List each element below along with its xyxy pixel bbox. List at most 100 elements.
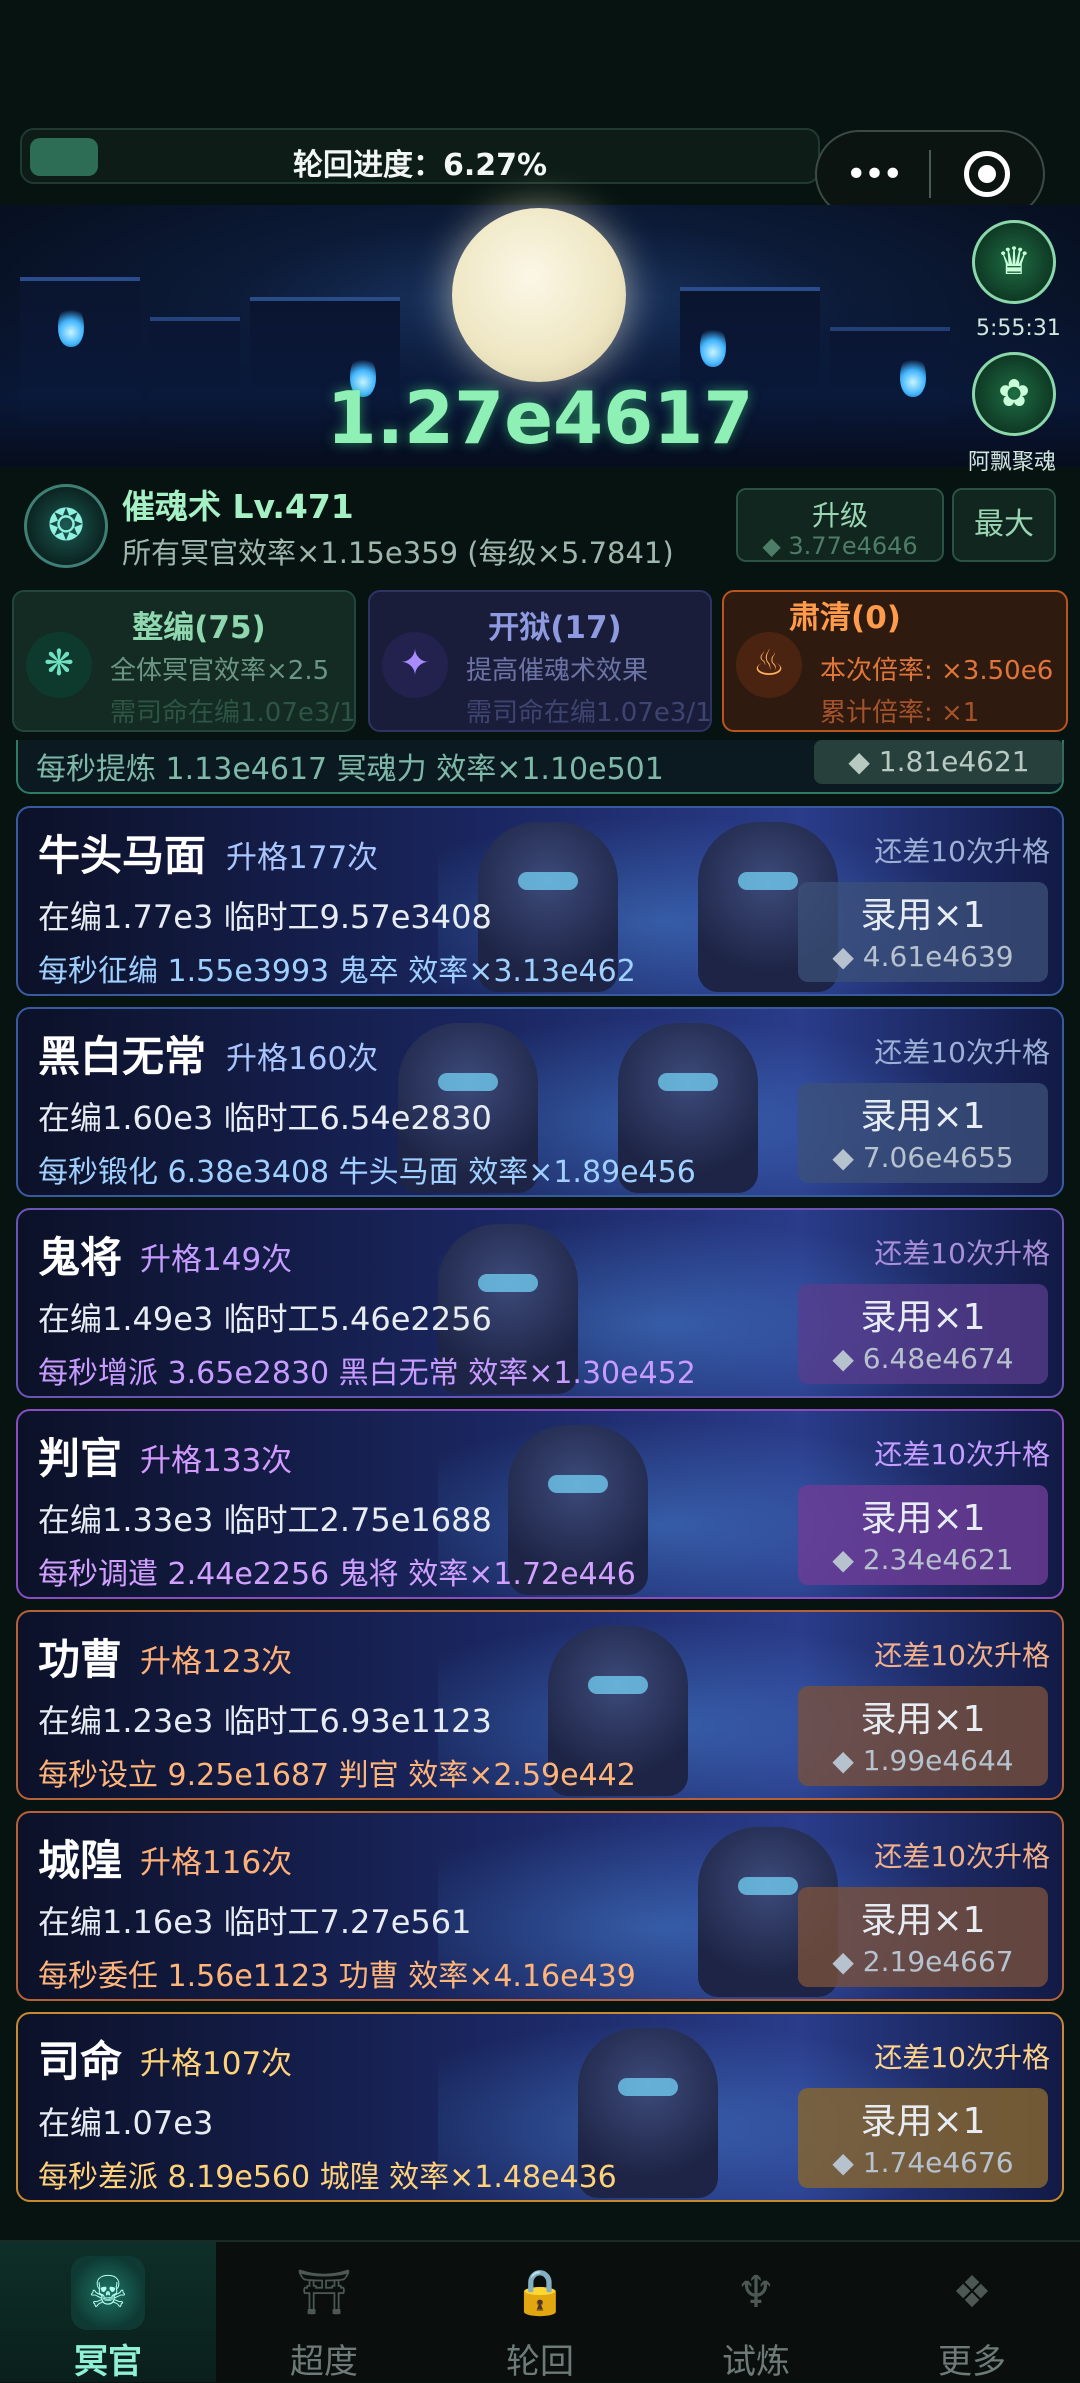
unit-upgrade-need: 还差10次升格 xyxy=(874,2041,1050,2074)
hire-button[interactable]: 录用×1 ◆ 6.48e4674 xyxy=(798,1284,1048,1384)
reorganize-panel[interactable]: ❋ 整编(75) 全体冥官效率×2.5 需司命在编1.07e3/1080 xyxy=(12,590,356,732)
upgrade-label: 升级 xyxy=(811,499,868,532)
partial-unit-card: 每秒提炼 1.13e4617 冥魂力 效率×1.10e501 ◆ 1.81e46… xyxy=(16,740,1064,794)
hire-cost: ◆ 4.61e4639 xyxy=(832,940,1014,973)
nav-tab-more[interactable]: ❖ 更多 xyxy=(864,2242,1080,2382)
unit-name: 判官 xyxy=(38,1434,123,1483)
hire-cost: ◆ 2.34e4621 xyxy=(832,1543,1014,1576)
unit-stats: 在编1.33e3 临时工2.75e1688 xyxy=(38,1501,492,1539)
hire-label: 录用×1 xyxy=(860,1297,986,1338)
unit-stats: 在编1.23e3 临时工6.93e1123 xyxy=(38,1702,492,1740)
unit-level: 升格160次 xyxy=(226,1041,379,1077)
panel-line2: 累计倍率: ×1 xyxy=(820,698,980,728)
hire-button[interactable]: 录用×1 ◆ 1.74e4676 xyxy=(798,2088,1048,2188)
hire-cost: ◆ 7.06e4655 xyxy=(832,1141,1014,1174)
unit-level: 升格123次 xyxy=(140,1644,293,1680)
unit-production: 每秒差派 8.19e560 城隍 效率×1.48e436 xyxy=(38,2160,617,2195)
unit-card-gongcao: 功曹 升格123次 还差10次升格 在编1.23e3 临时工6.93e1123 … xyxy=(16,1610,1064,1800)
purge-panel[interactable]: ♨ 肃清(0) 本次倍率: ×3.50e6 累计倍率: ×1 xyxy=(722,590,1068,732)
panel-line1: 全体冥官效率×2.5 xyxy=(110,656,330,686)
ghost-gather-button[interactable]: ✿ xyxy=(972,352,1056,436)
nav-label: 轮回 xyxy=(506,2342,574,2382)
unit-upgrade-need: 还差10次升格 xyxy=(874,1639,1050,1672)
panel-title: 肃清(0) xyxy=(789,600,901,636)
hire-button[interactable]: 录用×1 ◆ 2.19e4667 xyxy=(798,1887,1048,1987)
upgrade-button[interactable]: 升级 ◆ 3.77e4646 xyxy=(736,488,944,562)
close-target-icon[interactable] xyxy=(931,151,1043,197)
hire-cost: ◆ 6.48e4674 xyxy=(832,1342,1014,1375)
panel-line1: 本次倍率: ×3.50e6 xyxy=(820,656,1054,686)
purge-flame-icon: ♨ xyxy=(736,632,802,698)
unit-name: 司命 xyxy=(38,2037,123,2086)
unit-name: 鬼将 xyxy=(38,1233,123,1282)
unit-level: 升格149次 xyxy=(140,1242,293,1278)
upgrade-cost: ◆ 3.77e4646 xyxy=(762,532,918,560)
unit-level: 升格107次 xyxy=(140,2046,293,2082)
unit-card-guijiang: 鬼将 升格149次 还差10次升格 在编1.49e3 临时工5.46e2256 … xyxy=(16,1208,1064,1398)
hire-button[interactable]: 录用×1 ◆ 1.99e4644 xyxy=(798,1686,1048,1786)
hire-button[interactable]: 录用×1 ◆ 4.61e4639 xyxy=(798,882,1048,982)
panel-line2: 需司命在编1.07e3/1080 xyxy=(110,698,356,728)
soul-power-total: 1.27e4617 xyxy=(326,376,754,460)
nav-tab-reincarnation[interactable]: 🔒 轮回 xyxy=(432,2242,648,2382)
unit-upgrade-need: 还差10次升格 xyxy=(874,1438,1050,1471)
ghost-icon: ✿ xyxy=(998,371,1030,415)
nav-label: 超度 xyxy=(290,2342,358,2382)
moon xyxy=(452,208,626,382)
unit-name: 城隍 xyxy=(38,1836,123,1885)
boost-timer: 5:55:31 xyxy=(976,316,1061,341)
hire-cost: ◆ 2.19e4667 xyxy=(832,1945,1014,1978)
hire-button[interactable]: 录用×1 ◆ 7.06e4655 xyxy=(798,1083,1048,1183)
hire-label: 录用×1 xyxy=(860,1900,986,1941)
unit-production: 每秒提炼 1.13e4617 冥魂力 效率×1.10e501 xyxy=(36,752,664,787)
unit-card-chenghuang: 城隍 升格116次 还差10次升格 在编1.16e3 临时工7.27e561 每… xyxy=(16,1811,1064,2001)
unit-card-siming: 司命 升格107次 还差10次升格 在编1.07e3 每秒差派 8.19e560… xyxy=(16,2012,1064,2202)
unit-name: 牛头马面 xyxy=(38,831,207,880)
nav-tab-officers[interactable]: ☠ 冥官 xyxy=(0,2242,216,2382)
unit-level: 升格177次 xyxy=(226,840,379,876)
unit-upgrade-need: 还差10次升格 xyxy=(874,835,1050,868)
unit-card-panguan: 判官 升格133次 还差10次升格 在编1.33e3 临时工2.75e1688 … xyxy=(16,1409,1064,1599)
bottom-nav: ☠ 冥官 ⛩ 超度 🔒 轮回 ♆ 试炼 ❖ 更多 xyxy=(0,2240,1080,2382)
more-dots-icon[interactable]: ••• xyxy=(817,154,929,195)
nav-tab-trial[interactable]: ♆ 试炼 xyxy=(648,2242,864,2382)
max-button[interactable]: 最大 xyxy=(952,488,1056,562)
open-prison-panel[interactable]: ✦ 开狱(17) 提高催魂术效果 需司命在编1.07e3/10 xyxy=(368,590,712,732)
boost-icon: ♛ xyxy=(996,239,1032,283)
panel-title: 整编(75) xyxy=(132,610,266,646)
unit-name: 功曹 xyxy=(38,1635,123,1684)
hire-cost[interactable]: ◆ 1.81e4621 xyxy=(814,740,1064,784)
reincarnation-progress-bar: 轮回进度：6.27% xyxy=(20,128,820,184)
nav-tab-salvation[interactable]: ⛩ 超度 xyxy=(216,2242,432,2382)
speed-boost-button[interactable]: ♛ xyxy=(972,220,1056,304)
unit-stats: 在编1.16e3 临时工7.27e561 xyxy=(38,1903,472,1941)
panel-line1: 提高催魂术效果 xyxy=(466,656,649,686)
unit-stats: 在编1.77e3 临时工9.57e3408 xyxy=(38,898,492,936)
unit-production: 每秒调遣 2.44e2256 鬼将 效率×1.72e446 xyxy=(38,1557,636,1592)
unit-production: 每秒委任 1.56e1123 功曹 效率×4.16e439 xyxy=(38,1959,636,1994)
unit-card-niutou: 牛头马面 升格177次 还差10次升格 在编1.77e3 临时工9.57e340… xyxy=(16,806,1064,996)
hire-cost: ◆ 1.74e4676 xyxy=(832,2146,1014,2179)
pagoda-icon: ⛩ xyxy=(296,2267,352,2318)
lock-icon: 🔒 xyxy=(512,2267,568,2318)
unit-card-heibai: 黑白无常 升格160次 还差10次升格 在编1.60e3 临时工6.54e283… xyxy=(16,1007,1064,1197)
progress-text: 轮回进度：6.27% xyxy=(292,148,548,183)
unit-production: 每秒征编 1.55e3993 鬼卒 效率×3.13e462 xyxy=(38,954,636,989)
unit-name: 黑白无常 xyxy=(38,1032,207,1081)
skill-description: 所有冥官效率×1.15e359 (每级×5.7841) xyxy=(122,536,674,570)
hire-label: 录用×1 xyxy=(860,1498,986,1539)
unit-upgrade-need: 还差10次升格 xyxy=(874,1237,1050,1270)
hire-label: 录用×1 xyxy=(860,1699,986,1740)
unit-stats: 在编1.49e3 临时工5.46e2256 xyxy=(38,1300,492,1338)
nav-label: 冥官 xyxy=(74,2342,142,2382)
unit-level: 升格116次 xyxy=(140,1845,293,1881)
panel-title: 开狱(17) xyxy=(488,610,622,646)
soul-urging-skill-icon: ❂ xyxy=(24,484,108,568)
panel-line2: 需司命在编1.07e3/10 xyxy=(466,698,712,728)
unit-production: 每秒设立 9.25e1687 判官 效率×2.59e442 xyxy=(38,1758,636,1793)
unit-stats: 在编1.60e3 临时工6.54e2830 xyxy=(38,1099,492,1137)
hire-button[interactable]: 录用×1 ◆ 2.34e4621 xyxy=(798,1485,1048,1585)
hire-label: 录用×1 xyxy=(860,2101,986,2142)
unit-stats: 在编1.07e3 xyxy=(38,2104,214,2142)
unit-production: 每秒锻化 6.38e3408 牛头马面 效率×1.89e456 xyxy=(38,1155,696,1190)
